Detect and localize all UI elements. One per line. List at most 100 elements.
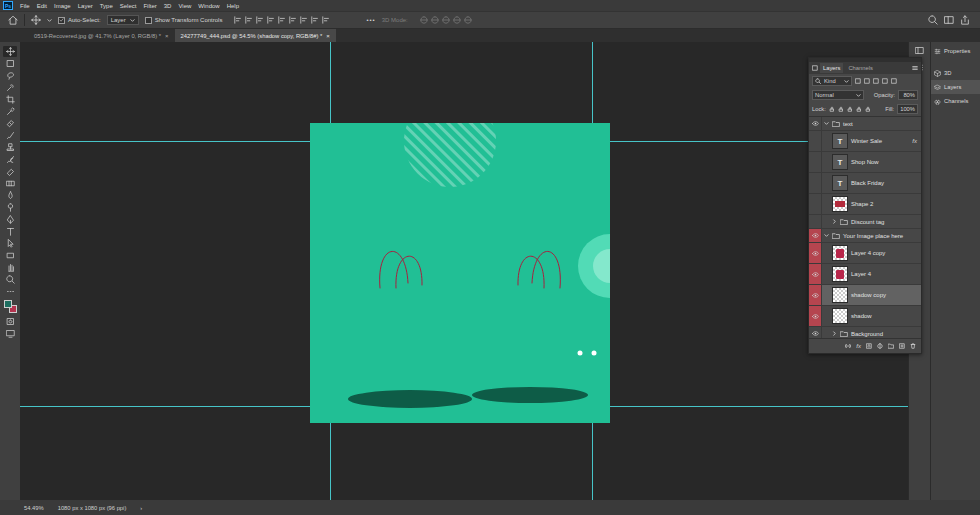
lock-option-icon[interactable]: [847, 106, 853, 112]
layer-name[interactable]: Your Image place here: [843, 233, 903, 239]
pen-tool[interactable]: [3, 214, 17, 225]
filter-icon[interactable]: [864, 78, 870, 84]
share-icon[interactable]: [960, 15, 970, 25]
align-icon[interactable]: [234, 16, 242, 24]
layer-name[interactable]: Discount tag: [851, 219, 884, 225]
chevron-down-icon[interactable]: [47, 18, 52, 23]
stamp-tool[interactable]: [3, 142, 17, 153]
expand-arrow-icon[interactable]: [832, 219, 837, 224]
3d-tool-icon[interactable]: [453, 16, 461, 24]
lock-option-icon[interactable]: [856, 106, 862, 112]
visibility-toggle[interactable]: [809, 229, 822, 242]
crop-tool[interactable]: [3, 94, 17, 105]
eraser-tool[interactable]: [3, 166, 17, 177]
visibility-toggle[interactable]: [809, 306, 822, 326]
adjustment-icon[interactable]: [877, 343, 883, 349]
link-icon[interactable]: [845, 343, 851, 349]
align-icon[interactable]: [245, 16, 253, 24]
move-tool-icon[interactable]: [31, 15, 41, 25]
align-icon[interactable]: [300, 16, 308, 24]
menu-item[interactable]: Edit: [37, 3, 47, 9]
marquee-tool[interactable]: [3, 58, 17, 69]
visibility-toggle[interactable]: [809, 117, 822, 130]
menu-item[interactable]: Help: [227, 3, 239, 9]
align-icon[interactable]: [256, 16, 264, 24]
slider-dot[interactable]: [578, 351, 583, 356]
eyedropper-tool[interactable]: [3, 106, 17, 117]
layer-name[interactable]: Layer 4: [851, 271, 871, 277]
align-icon[interactable]: [311, 16, 319, 24]
menu-item[interactable]: 3D: [164, 3, 172, 9]
layer-row[interactable]: shadow copy: [809, 285, 921, 306]
zoom-level[interactable]: 54.49%: [24, 505, 44, 511]
visibility-toggle[interactable]: [809, 243, 822, 263]
align-icon[interactable]: [289, 16, 297, 24]
filter-icon[interactable]: [882, 78, 888, 84]
folder-icon[interactable]: [888, 343, 894, 349]
blur-tool[interactable]: [3, 190, 17, 201]
menu-item[interactable]: Select: [120, 3, 137, 9]
heal-tool[interactable]: [3, 118, 17, 129]
quickselect-tool[interactable]: [3, 82, 17, 93]
menu-item[interactable]: Layer: [78, 3, 93, 9]
document-tab[interactable]: 24277749_444.psd @ 54.5% (shadow copy, R…: [175, 29, 336, 42]
expand-arrow-icon[interactable]: [832, 331, 837, 336]
dock-panel-button[interactable]: Layers: [931, 80, 980, 94]
align-icon[interactable]: [267, 16, 275, 24]
trash-icon[interactable]: [910, 343, 916, 349]
visibility-toggle[interactable]: [809, 173, 822, 193]
visibility-toggle[interactable]: [809, 327, 822, 338]
auto-select-target-dropdown[interactable]: Layer: [107, 15, 139, 25]
screen-tool[interactable]: [3, 328, 17, 339]
expand-arrow-icon[interactable]: [824, 233, 829, 238]
gradient-tool[interactable]: [3, 178, 17, 189]
filter-icon[interactable]: [891, 78, 897, 84]
visibility-toggle[interactable]: [809, 152, 822, 172]
3d-tool-icon[interactable]: [431, 16, 439, 24]
zoom-tool[interactable]: [3, 274, 17, 285]
layer-row[interactable]: TBlack Friday: [809, 173, 921, 194]
lock-option-icon[interactable]: [838, 106, 844, 112]
brush-tool[interactable]: [3, 130, 17, 141]
visibility-toggle[interactable]: [809, 264, 822, 284]
align-icon[interactable]: [278, 16, 286, 24]
layer-name[interactable]: Shop Now: [851, 159, 879, 165]
more-tool[interactable]: [3, 286, 17, 297]
history-panel-icon[interactable]: [915, 46, 924, 55]
quickmask-tool[interactable]: [3, 316, 17, 327]
checkbox-box[interactable]: [145, 17, 152, 24]
dodge-tool[interactable]: [3, 202, 17, 213]
layer-group-row[interactable]: Discount tag: [809, 215, 921, 229]
lock-option-icon[interactable]: [865, 106, 871, 112]
move-tool[interactable]: [3, 46, 17, 57]
layer-row[interactable]: TWinter Salefx: [809, 131, 921, 152]
blend-mode-dropdown[interactable]: Normal: [812, 90, 864, 100]
dock-panel-button[interactable]: Channels: [931, 94, 980, 108]
rect-tool[interactable]: [3, 250, 17, 261]
hand-tool[interactable]: [3, 262, 17, 273]
layer-group-row[interactable]: text: [809, 117, 921, 131]
visibility-toggle[interactable]: [809, 194, 822, 214]
dock-panel-button[interactable]: 3D: [931, 66, 980, 80]
history-tool[interactable]: [3, 154, 17, 165]
visibility-toggle[interactable]: [809, 215, 822, 228]
new-layer-icon[interactable]: [899, 343, 905, 349]
layer-name[interactable]: Background: [851, 331, 883, 337]
align-icon[interactable]: [322, 16, 330, 24]
menu-item[interactable]: File: [20, 3, 30, 9]
type-tool[interactable]: [3, 226, 17, 237]
home-icon[interactable]: [8, 15, 18, 25]
path-tool[interactable]: [3, 238, 17, 249]
close-tab-button[interactable]: ×: [326, 33, 330, 39]
menu-item[interactable]: Image: [54, 3, 71, 9]
document-tab[interactable]: 0519-Recovered.jpg @ 41.7% (Layer 0, RGB…: [28, 29, 175, 42]
auto-select-checkbox[interactable]: Auto-Select:: [58, 17, 101, 24]
lock-option-icon[interactable]: [829, 106, 835, 112]
slider-dot[interactable]: [592, 351, 597, 356]
layer-effects-badge[interactable]: fx: [912, 138, 921, 144]
add-style-button[interactable]: fx: [856, 343, 861, 349]
layer-name[interactable]: Black Friday: [851, 180, 884, 186]
layer-row[interactable]: shadow: [809, 306, 921, 327]
dock-panel-button[interactable]: Properties: [931, 44, 980, 58]
workspace-icon[interactable]: [944, 15, 954, 25]
